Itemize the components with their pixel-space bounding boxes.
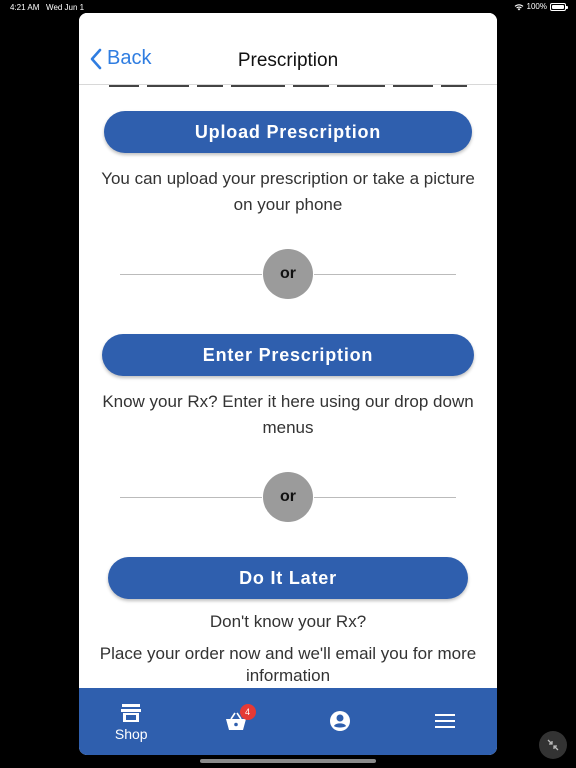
cart-count-badge: 4 (239, 704, 256, 720)
or-badge: or (263, 472, 313, 522)
battery-percent: 100% (526, 2, 547, 11)
wifi-icon (514, 3, 523, 10)
divider-line (120, 274, 262, 275)
shop-icon (121, 704, 142, 722)
battery-icon (550, 2, 568, 11)
upload-prescription-button[interactable]: Upload Prescription (104, 111, 472, 153)
divider-line (120, 497, 262, 498)
bottom-tab-bar: Shop 4 (79, 688, 497, 755)
collapse-icon (547, 739, 559, 751)
prescription-sheet: Back Prescription Upload Prescription Yo… (79, 13, 497, 755)
divider-line (314, 274, 456, 275)
tab-basket[interactable]: 4 (184, 688, 289, 755)
status-right: 100% (514, 2, 568, 11)
tab-shop[interactable]: Shop (79, 688, 184, 755)
tab-label: Shop (114, 726, 148, 742)
navigation-bar: Back Prescription (79, 13, 497, 85)
or-divider-2: or (120, 472, 456, 522)
status-time: 4:21 AM Wed Jun 1 (10, 3, 85, 12)
later-question: Don't know your Rx? (209, 612, 367, 631)
do-it-later-button[interactable]: Do It Later (108, 557, 468, 599)
or-badge: or (263, 249, 313, 299)
status-bar: 4:21 AM Wed Jun 1 100% (0, 0, 576, 14)
home-indicator[interactable] (200, 759, 376, 763)
divider-line (314, 497, 456, 498)
enter-description: Know your Rx? Enter it here using our dr… (102, 392, 474, 437)
tab-menu[interactable] (393, 688, 498, 755)
tab-account[interactable] (288, 688, 393, 755)
or-divider-1: or (120, 249, 456, 299)
later-description: Place your order now and we'll email you… (99, 644, 477, 685)
upload-description: You can upload your prescription or take… (101, 169, 475, 214)
prescription-options[interactable]: Upload Prescription You can upload your … (79, 85, 497, 688)
clipped-heading (99, 85, 477, 91)
shrink-button[interactable] (539, 731, 567, 759)
enter-prescription-button[interactable]: Enter Prescription (102, 334, 474, 376)
page-title: Prescription (237, 50, 339, 71)
menu-icon (434, 714, 455, 728)
account-icon (330, 711, 351, 731)
